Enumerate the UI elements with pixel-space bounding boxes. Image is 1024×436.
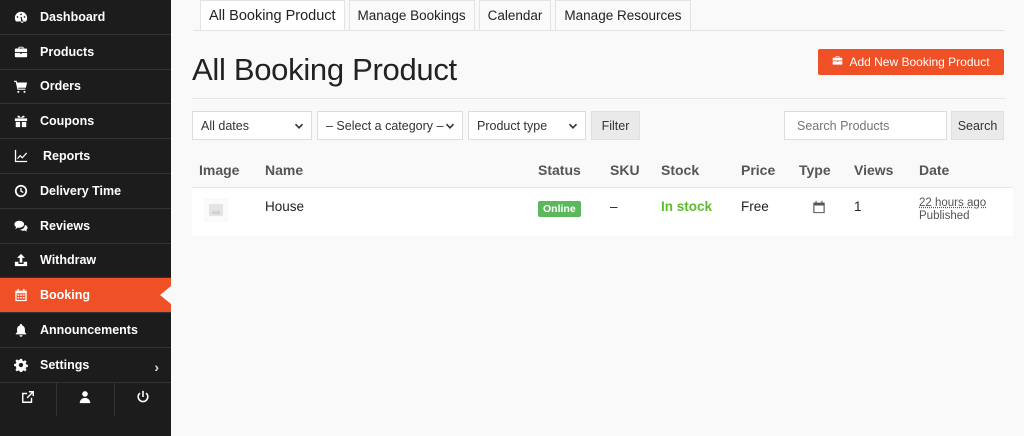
tab-calendar[interactable]: Calendar	[478, 0, 552, 31]
col-status: Status	[538, 162, 581, 178]
sidebar-item-label: Withdraw	[40, 253, 97, 268]
sidebar-item-delivery-time[interactable]: Delivery Time	[0, 174, 171, 209]
tab-divider	[193, 30, 1004, 31]
header-divider	[192, 98, 1006, 99]
product-thumbnail[interactable]	[204, 198, 228, 222]
external-link-button[interactable]	[0, 383, 58, 416]
clock-icon	[0, 184, 40, 198]
filter-bar: All dates – Select a category – Product …	[192, 111, 640, 140]
date-filter-value: All dates	[201, 118, 249, 133]
table-header: Image Name Status SKU Stock Price Type V…	[192, 152, 1013, 188]
sidebar-item-label: Orders	[40, 79, 81, 94]
dashboard-icon	[0, 10, 40, 24]
sidebar-item-label: Products	[40, 44, 95, 59]
upload-icon	[0, 253, 40, 267]
user-icon	[78, 390, 92, 409]
sidebar-item-label: Settings	[40, 357, 90, 372]
date-filter-select[interactable]: All dates	[192, 111, 312, 140]
sidebar-item-reports[interactable]: Reports	[0, 139, 171, 174]
col-image: Image	[199, 162, 240, 178]
col-stock: Stock	[661, 162, 700, 178]
col-type: Type	[799, 162, 831, 178]
col-name[interactable]: Name	[265, 162, 303, 178]
status-badge-label: Online	[538, 201, 581, 217]
table-row: House Online – In stock Free 1 22 hours …	[192, 188, 1013, 236]
date-relative: 22 hours ago	[919, 197, 987, 209]
col-sku[interactable]: SKU	[610, 162, 640, 178]
gift-icon	[0, 114, 40, 128]
product-views: 1	[854, 199, 862, 214]
cart-icon	[0, 79, 40, 94]
sidebar-item-dashboard[interactable]: Dashboard	[0, 0, 171, 35]
product-date: 22 hours ago Published	[919, 197, 986, 222]
sidebar-item-label: Announcements	[40, 323, 138, 338]
sidebar-item-label: Delivery Time	[40, 183, 122, 198]
product-price: Free	[741, 199, 769, 214]
image-placeholder-icon	[204, 198, 228, 222]
tab-manage-resources[interactable]: Manage Resources	[555, 0, 691, 31]
chevron-down-icon	[293, 120, 305, 132]
product-sku: –	[610, 199, 618, 214]
products-table: Image Name Status SKU Stock Price Type V…	[192, 152, 1013, 236]
main-content: All Booking Product Manage Bookings Cale…	[171, 0, 1024, 436]
power-icon	[136, 390, 150, 409]
product-type-value: Product type	[477, 118, 548, 133]
calendar-icon	[0, 288, 40, 302]
sidebar-item-reviews[interactable]: Reviews	[0, 209, 171, 244]
chevron-down-icon	[444, 120, 456, 132]
sidebar-item-booking[interactable]: Booking	[0, 278, 171, 314]
calendar-icon	[812, 200, 826, 217]
stock-status: In stock	[661, 199, 713, 214]
sidebar-item-coupons[interactable]: Coupons	[0, 104, 171, 140]
date-status: Published	[919, 210, 970, 222]
filter-button[interactable]: Filter	[591, 111, 640, 140]
chart-line-icon	[0, 149, 40, 163]
product-type-select[interactable]: Product type	[468, 111, 586, 140]
sidebar-item-label: Reviews	[40, 218, 91, 233]
search-button[interactable]: Search	[951, 111, 1004, 140]
add-button-label: Add New Booking Product	[849, 55, 990, 69]
tab-all-booking-product[interactable]: All Booking Product	[200, 0, 345, 31]
logout-button[interactable]	[115, 383, 171, 416]
sidebar-item-settings[interactable]: Settings ›	[0, 348, 171, 383]
sidebar-item-withdraw[interactable]: Withdraw	[0, 244, 171, 279]
sidebar-item-label: Booking	[40, 288, 90, 303]
chevron-down-icon	[567, 120, 579, 132]
col-views: Views	[854, 162, 894, 178]
bell-icon	[0, 323, 40, 337]
status-badge: Online	[538, 200, 581, 217]
external-link-icon	[21, 390, 35, 409]
sidebar-bottom-bar	[0, 382, 171, 416]
profile-button[interactable]	[57, 383, 115, 416]
add-new-booking-product-button[interactable]: Add New Booking Product	[818, 49, 1004, 75]
briefcase-icon	[832, 55, 843, 69]
sidebar-item-orders[interactable]: Orders	[0, 70, 171, 105]
search-products-input[interactable]	[784, 111, 947, 140]
tab-manage-bookings[interactable]: Manage Bookings	[348, 0, 475, 31]
page-title: All Booking Product	[192, 52, 457, 87]
gear-icon	[0, 358, 40, 372]
product-name-link[interactable]: House	[265, 199, 304, 214]
sidebar: Dashboard Products Orders Coupons Report…	[0, 0, 171, 436]
category-filter-select[interactable]: – Select a category –	[317, 111, 463, 140]
col-date[interactable]: Date	[919, 162, 949, 178]
sidebar-item-label: Coupons	[40, 114, 95, 129]
booking-tabs: All Booking Product Manage Bookings Cale…	[200, 0, 695, 31]
briefcase-icon	[0, 45, 40, 59]
comments-icon	[0, 219, 40, 233]
sidebar-item-label: Reports	[43, 149, 91, 164]
col-price[interactable]: Price	[741, 162, 775, 178]
sidebar-item-products[interactable]: Products	[0, 35, 171, 70]
category-filter-value: – Select a category –	[326, 118, 444, 133]
chevron-right-icon: ›	[154, 358, 159, 375]
sidebar-item-announcements[interactable]: Announcements	[0, 313, 171, 348]
sidebar-item-label: Dashboard	[40, 9, 106, 24]
